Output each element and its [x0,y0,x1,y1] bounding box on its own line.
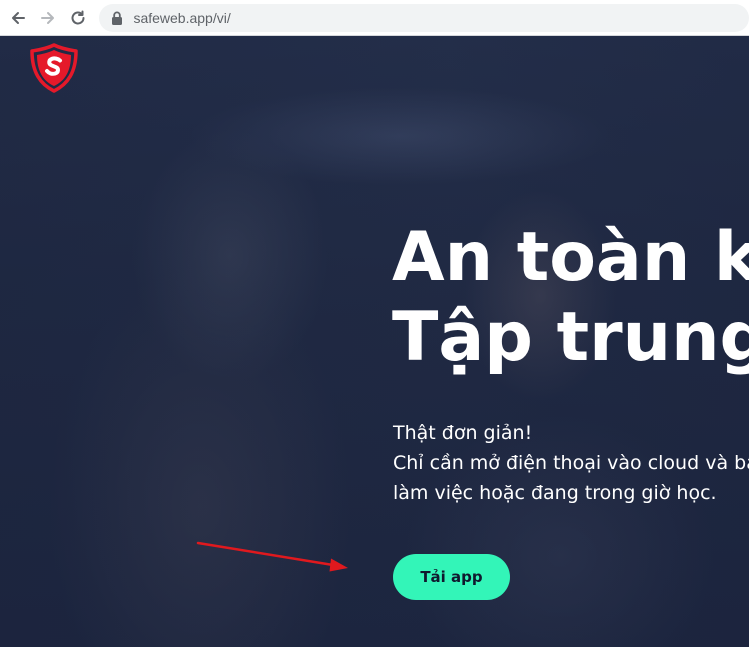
subtext-line-2: Chỉ cần mở điện thoại vào cloud và bật c… [393,452,749,474]
headline-line-1: An toàn kh [392,218,749,297]
hero-subtext: Thật đơn giản! Chỉ cần mở điện thoại vào… [393,418,749,508]
hero-headline: An toàn kh Tập trung [392,218,749,378]
headline-line-2: Tập trung [392,298,749,377]
forward-arrow-icon [40,11,54,24]
hero-section: An toàn kh Tập trung Thật đơn giản! Chỉ … [0,36,749,647]
shield-s-logo[interactable] [28,42,80,94]
reload-icon [71,10,85,24]
subtext-line-3: làm việc hoặc đang trong giờ học. [393,482,717,504]
forward-button[interactable] [34,3,62,33]
download-app-button[interactable]: Tải app [393,554,510,600]
lock-icon [109,10,125,26]
url-text: safeweb.app/vi/ [133,9,231,26]
address-bar[interactable]: safeweb.app/vi/ [99,3,749,32]
reload-button[interactable] [64,3,92,33]
subtext-line-1: Thật đơn giản! [393,422,533,444]
back-arrow-icon [11,11,25,24]
back-button[interactable] [4,3,32,33]
browser-toolbar: safeweb.app/vi/ [0,0,749,36]
